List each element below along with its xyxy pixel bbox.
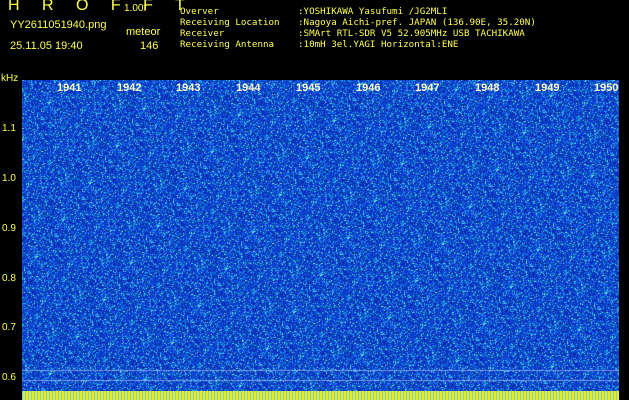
- mode-label: meteor: [126, 26, 161, 38]
- count-label: 146: [140, 40, 159, 52]
- x-label-1946: 1946: [356, 82, 381, 94]
- app-title: H R O F F T: [8, 0, 194, 14]
- filename-label: YY2611051940.png: [10, 19, 107, 31]
- y-tick-0-6: 0.6: [2, 372, 16, 383]
- y-tick-0-9: 0.9: [2, 223, 16, 234]
- waterfall-spectrogram: [22, 80, 619, 392]
- x-label-1941: 1941: [57, 82, 82, 94]
- y-tick-1-1: 1.1: [2, 123, 16, 134]
- meta-value-antenna: :10mH 3el.YAGI Horizontal:ENE: [298, 39, 459, 50]
- x-label-1947: 1947: [415, 82, 440, 94]
- meta-label-observer: Overver: [180, 6, 219, 17]
- bottom-strip: [22, 391, 619, 400]
- meta-value-location: :Nagoya Aichi-pref. JAPAN (136.90E, 35.2…: [298, 17, 536, 28]
- x-label-1945: 1945: [296, 82, 321, 94]
- axis-unit: kHz: [1, 73, 19, 84]
- x-label-1944: 1944: [236, 82, 261, 94]
- x-label-1949: 1949: [535, 82, 560, 94]
- meta-label-receiver: Receiver: [180, 28, 225, 39]
- x-label-1948: 1948: [475, 82, 500, 94]
- x-label-1950: 1950: [594, 82, 619, 94]
- x-label-1943: 1943: [176, 82, 201, 94]
- datetime-label: 25.11.05 19:40: [10, 40, 83, 52]
- y-tick-0-7: 0.7: [2, 322, 16, 333]
- meta-value-observer: :YOSHIKAWA Yasufumi /JG2MLI: [298, 6, 448, 17]
- x-label-1942: 1942: [117, 82, 142, 94]
- y-tick-0-8: 0.8: [2, 273, 16, 284]
- meta-value-receiver: :SMArt RTL-SDR V5 52.905MHz USB TACHIKAW…: [298, 28, 525, 39]
- y-tick-1-0: 1.0: [2, 173, 16, 184]
- meta-label-location: Receiving Location: [180, 17, 280, 28]
- meta-label-antenna: Receiving Antenna: [180, 39, 275, 50]
- version-label: 1.00f: [124, 3, 147, 14]
